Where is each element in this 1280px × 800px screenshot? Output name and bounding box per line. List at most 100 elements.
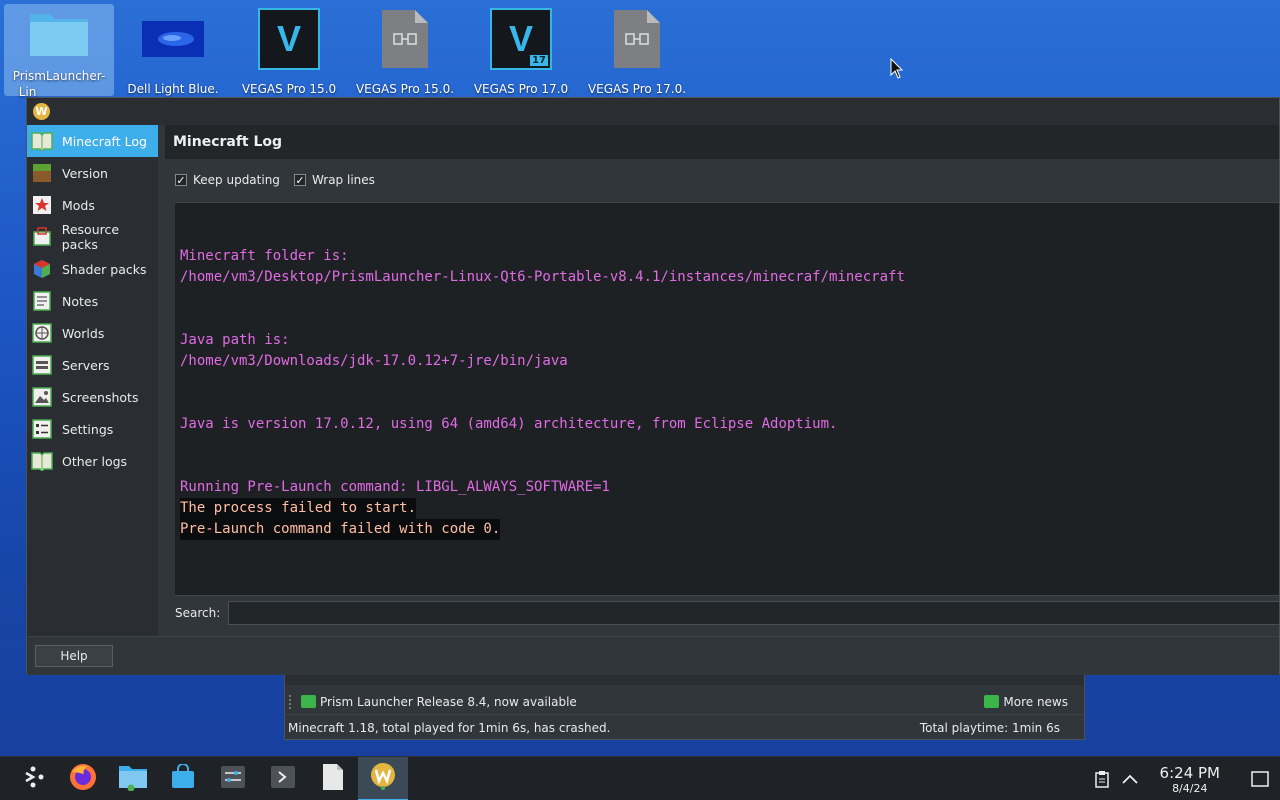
sidebar-item-resource-packs[interactable]: Resource packs bbox=[27, 221, 158, 253]
total-playtime-text: Total playtime: 1min 6s bbox=[919, 721, 1060, 735]
terminal-button[interactable] bbox=[258, 757, 308, 800]
log-line: The process failed to start. bbox=[180, 498, 1279, 519]
news-chat-icon bbox=[301, 695, 316, 708]
sidebar-item-label: Servers bbox=[62, 357, 110, 373]
package-icon bbox=[31, 226, 53, 248]
file-manager-icon bbox=[118, 763, 148, 794]
folder-icon bbox=[27, 8, 91, 58]
page-title: Minecraft Log bbox=[165, 125, 1279, 159]
search-bar: Search: bbox=[175, 600, 1279, 626]
firefox-button[interactable] bbox=[58, 757, 108, 800]
desktop-icon-vegas-pro-15[interactable]: V VEGAS Pro 15.0 bbox=[234, 4, 344, 96]
log-error-text: Pre-Launch command failed with code 0. bbox=[180, 519, 501, 540]
log-text: /home/vm3/Desktop/PrismLauncher-Linux-Qt… bbox=[180, 269, 905, 285]
log-text: /home/vm3/Downloads/jdk-17.0.12+7-jre/bi… bbox=[180, 353, 568, 369]
checkbox-check-icon[interactable]: ✓ bbox=[293, 174, 306, 187]
sidebar-item-label: Notes bbox=[62, 293, 99, 309]
desktop-icon-prismlauncher-folder[interactable]: PrismLauncher- Lin bbox=[4, 4, 114, 99]
log-line: /home/vm3/Downloads/jdk-17.0.12+7-jre/bi… bbox=[180, 351, 1279, 372]
prism-launcher-button[interactable] bbox=[358, 756, 408, 800]
wrap-lines-checkbox[interactable]: ✓ Wrap lines bbox=[293, 173, 375, 187]
server-icon bbox=[31, 354, 53, 376]
desktop-icon-vegas-pro-17-file[interactable]: VEGAS Pro 17.0. bbox=[582, 4, 692, 96]
chevron-up-icon[interactable] bbox=[1116, 774, 1144, 784]
desktop-icon-label: VEGAS Pro 17.0. bbox=[587, 82, 687, 96]
sidebar-item-other-logs[interactable]: Other logs bbox=[27, 445, 158, 477]
sidebar-item-shader-packs[interactable]: Shader packs bbox=[27, 253, 158, 285]
more-news-button[interactable]: More news bbox=[984, 695, 1068, 709]
sidebar-item-version[interactable]: Version bbox=[27, 157, 158, 189]
news-headline[interactable]: Prism Launcher Release 8.4, now availabl… bbox=[320, 695, 577, 709]
more-news-label: More news bbox=[1003, 694, 1068, 709]
digital-clock[interactable]: 6:24 PM 8/4/24 bbox=[1160, 764, 1220, 795]
log-line: Java is version 17.0.12, using 64 (amd64… bbox=[180, 414, 1279, 435]
instance-sidebar: Minecraft Log Version Mods Resource pack… bbox=[27, 125, 158, 636]
sidebar-item-minecraft-log[interactable]: Minecraft Log bbox=[27, 125, 158, 157]
grass-block-icon bbox=[31, 162, 53, 184]
desktop-icon-vegas-pro-17[interactable]: V 17 VEGAS Pro 17.0 bbox=[466, 4, 576, 96]
file-manager-button[interactable] bbox=[108, 757, 158, 800]
desktop-icon-label: VEGAS Pro 17.0 bbox=[473, 82, 569, 96]
sidebar-item-label: Settings bbox=[62, 421, 114, 437]
version-badge: 17 bbox=[530, 55, 548, 66]
vegas-glyph: V bbox=[508, 18, 533, 59]
search-input[interactable] bbox=[228, 601, 1279, 625]
sidebar-item-mods[interactable]: Mods bbox=[27, 189, 158, 221]
app-launcher-button[interactable] bbox=[8, 757, 58, 800]
news-item[interactable]: Prism Launcher Release 8.4, now availabl… bbox=[289, 694, 577, 709]
more-news-chat-icon bbox=[984, 695, 1000, 708]
log-output[interactable]: Minecraft folder is: /home/vm3/Desktop/Pr… bbox=[175, 202, 1279, 596]
sidebar-item-settings[interactable]: Settings bbox=[27, 413, 158, 445]
discover-store-button[interactable] bbox=[158, 757, 208, 800]
firefox-icon bbox=[68, 762, 98, 795]
news-bar: Prism Launcher Release 8.4, now availabl… bbox=[285, 689, 1084, 715]
sidebar-item-servers[interactable]: Servers bbox=[27, 349, 158, 381]
prism-launcher-icon bbox=[369, 762, 397, 793]
log-line: Pre-Launch command failed with code 0. bbox=[180, 519, 1279, 540]
world-icon bbox=[31, 322, 53, 344]
sidebar-item-worlds[interactable]: Worlds bbox=[27, 317, 158, 349]
log-error-text: The process failed to start. bbox=[180, 498, 417, 519]
sidebar-item-label: Mods bbox=[62, 197, 95, 213]
settings-icon bbox=[31, 418, 53, 440]
launcher-main-window: Prism Launcher Release 8.4, now availabl… bbox=[284, 674, 1085, 740]
log-options: ✓ Keep updating ✓ Wrap lines bbox=[175, 173, 375, 187]
binary-file-icon bbox=[373, 8, 437, 70]
search-label: Search: bbox=[175, 606, 221, 620]
desktop-icon-dell-light-blue[interactable]: Dell Light Blue. bbox=[118, 4, 228, 96]
log-text: Minecraft folder is: bbox=[180, 248, 349, 264]
clock-date: 8/4/24 bbox=[1172, 781, 1208, 795]
sidebar-item-notes[interactable]: Notes bbox=[27, 285, 158, 317]
help-button[interactable]: Help bbox=[35, 645, 113, 667]
clipboard-icon[interactable] bbox=[1088, 770, 1116, 788]
window-titlebar[interactable]: W bbox=[27, 98, 1279, 125]
taskbar: 6:24 PM 8/4/24 bbox=[0, 756, 1280, 800]
checkbox-check-icon[interactable]: ✓ bbox=[175, 174, 187, 187]
show-desktop-icon[interactable] bbox=[1240, 771, 1280, 787]
sidebar-item-screenshots[interactable]: Screenshots bbox=[27, 381, 158, 413]
desktop-icon-vegas-pro-15-file[interactable]: VEGAS Pro 15.0. bbox=[350, 4, 460, 96]
discover-store-icon bbox=[170, 763, 196, 793]
system-settings-button[interactable] bbox=[208, 757, 258, 800]
vegas-pro-icon: V bbox=[257, 8, 321, 70]
app-icon-glyph: W bbox=[35, 105, 48, 118]
text-file-button[interactable] bbox=[308, 757, 358, 800]
keep-updating-checkbox[interactable]: ✓ Keep updating bbox=[175, 173, 280, 187]
notes-icon bbox=[31, 290, 53, 312]
keep-updating-label: Keep updating bbox=[193, 173, 280, 187]
drag-handle-icon[interactable] bbox=[289, 694, 295, 709]
instance-status-text: Minecraft 1.18, total played for 1min 6s… bbox=[288, 721, 611, 735]
status-bar: Minecraft 1.18, total played for 1min 6s… bbox=[285, 717, 1084, 739]
image-file-icon bbox=[141, 8, 205, 70]
binary-file-icon bbox=[605, 8, 669, 70]
log-book-icon bbox=[31, 130, 53, 152]
vegas-glyph: V bbox=[276, 18, 301, 59]
log-line: /home/vm3/Desktop/PrismLauncher-Linux-Qt… bbox=[180, 267, 1279, 288]
prism-launcher-icon[interactable]: W bbox=[33, 103, 50, 120]
desktop-icon-label: VEGAS Pro 15.0 bbox=[241, 82, 337, 96]
